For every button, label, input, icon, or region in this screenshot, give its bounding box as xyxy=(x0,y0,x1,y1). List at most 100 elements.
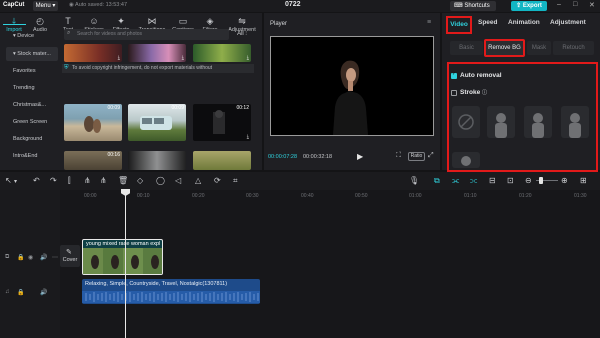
caption-track-icon[interactable]: ⊡ xyxy=(507,176,514,185)
stroke-option[interactable] xyxy=(452,152,480,168)
mirror-icon[interactable]: △ xyxy=(195,176,201,185)
shield-icon: ⛨ xyxy=(64,65,69,71)
close-icon[interactable]: ✕ xyxy=(589,1,595,9)
microphone-icon[interactable]: 🎙 xyxy=(409,176,419,185)
sidebar-item-trending[interactable]: Trending xyxy=(6,81,58,95)
volume-icon[interactable]: 🔊 xyxy=(40,254,47,261)
playhead[interactable] xyxy=(125,190,126,338)
sidebar-item-stock-material[interactable]: ▾ Stock mater... xyxy=(6,47,58,61)
auto-removal-checkbox[interactable]: ✓ xyxy=(451,71,457,79)
delete-icon[interactable]: 🗑 xyxy=(118,176,128,185)
stroke-preview xyxy=(532,113,544,138)
media-thumbnail[interactable] xyxy=(193,151,251,170)
media-thumbnail[interactable]: ⤓ xyxy=(128,44,186,62)
none-icon xyxy=(458,114,474,130)
ratio-button[interactable]: Ratio xyxy=(408,152,425,161)
sidebar-item-favorites[interactable]: Favorites xyxy=(6,64,58,78)
fit-timeline-icon[interactable]: ⊞ xyxy=(580,176,587,185)
download-icon[interactable]: ⤓ xyxy=(118,55,120,61)
subtab-retouch[interactable]: Retouch xyxy=(553,41,594,55)
stroke-option[interactable] xyxy=(561,106,589,138)
tab-animation[interactable]: Animation xyxy=(508,19,540,26)
download-icon[interactable]: ⤓ xyxy=(247,55,249,61)
subtab-remove-bg[interactable]: Remove BG xyxy=(484,39,525,57)
split-right-icon[interactable]: ⋔ xyxy=(100,176,107,185)
media-thumbnail[interactable]: 00:16 xyxy=(64,151,122,170)
subtab-mask[interactable]: Mask xyxy=(527,41,551,55)
preview-axis-icon[interactable]: ⊟ xyxy=(489,176,496,185)
audio-clip[interactable]: Relaxing, Simple, Countryside, Travel, N… xyxy=(82,279,260,304)
download-icon[interactable]: ⤓ xyxy=(182,55,184,61)
minimize-icon[interactable]: – xyxy=(557,1,561,8)
ruler-label: 01:10 xyxy=(464,193,477,199)
sidebar-item-background[interactable]: Background xyxy=(6,132,58,146)
maximize-icon[interactable]: □ xyxy=(573,1,577,8)
filter-label: All xyxy=(237,31,244,37)
download-icon[interactable]: ⤓ xyxy=(247,134,249,140)
shortcuts-button[interactable]: ⌨ Shortcuts xyxy=(450,1,496,11)
menu-button[interactable]: Menu ▾ xyxy=(33,1,58,11)
split-icon[interactable]: ⫿ xyxy=(68,176,71,185)
zoom-out-icon[interactable]: ⊖ xyxy=(525,176,532,185)
active-tab-indicator xyxy=(3,24,26,25)
rotate-icon[interactable]: ⟳ xyxy=(214,176,221,185)
video-clip[interactable]: young mixed race woman expl xyxy=(82,239,163,275)
filter-dropdown[interactable]: All ⫶ xyxy=(231,29,253,40)
search-input[interactable]: Search for videos and photos xyxy=(64,29,229,40)
subtab-basic[interactable]: Basic xyxy=(450,41,483,55)
auto-snap-icon[interactable]: ⫘ xyxy=(452,176,459,185)
redo-icon[interactable]: ↷ xyxy=(50,176,57,185)
sidebar-item-green-screen[interactable]: Green Screen xyxy=(6,115,58,129)
volume-icon[interactable]: 🔊 xyxy=(40,289,47,296)
hamburger-icon[interactable]: ≡ xyxy=(427,19,431,26)
freeze-icon[interactable]: ◯ xyxy=(156,176,165,185)
sidebar-item-device[interactable]: ▾ Device xyxy=(6,29,58,43)
stroke-option-none[interactable] xyxy=(452,106,480,138)
stroke-preview xyxy=(569,113,581,138)
fit-screen-icon[interactable]: ⛶ xyxy=(396,152,401,160)
ruler-label: 01:30 xyxy=(574,193,587,199)
fullscreen-icon[interactable]: ⤢ xyxy=(428,152,434,160)
tab-speed[interactable]: Speed xyxy=(478,19,498,26)
media-thumbnail[interactable]: 00:12 ⤓ xyxy=(193,104,251,141)
chevron-down-icon[interactable]: ▾ xyxy=(14,178,17,187)
lock-icon[interactable]: 🔒 xyxy=(17,289,24,296)
sidebar-item-intro-end[interactable]: Intro&End xyxy=(6,149,58,163)
zoom-slider-handle[interactable] xyxy=(539,177,543,184)
autosave-status: ◉ Auto saved: 13:53:47 xyxy=(69,2,128,8)
media-thumbnail[interactable]: 00:09 xyxy=(128,104,186,141)
video-clip-label: young mixed race woman expl xyxy=(86,241,161,247)
play-icon[interactable]: ▶ xyxy=(357,152,363,161)
preview-canvas[interactable] xyxy=(270,36,434,136)
zoom-in-icon[interactable]: ⊕ xyxy=(561,176,568,185)
select-cursor-icon[interactable]: ↖ xyxy=(5,176,12,185)
tab-adjustment-props[interactable]: Adjustment xyxy=(550,19,586,26)
media-thumbnail[interactable] xyxy=(128,151,186,170)
media-thumbnail[interactable]: 00:09 xyxy=(64,104,122,141)
export-button[interactable]: ⇪ Export xyxy=(511,1,547,11)
linkage-icon[interactable]: ⫗ xyxy=(470,176,477,185)
undo-icon[interactable]: ↶ xyxy=(33,176,40,185)
preview-subject xyxy=(333,60,368,135)
ruler-label: 00:40 xyxy=(301,193,314,199)
stroke-checkbox[interactable] xyxy=(451,90,457,96)
crop-icon[interactable]: ⌗ xyxy=(233,176,238,185)
marker-icon[interactable]: ◇ xyxy=(137,176,143,185)
tab-video[interactable]: Video xyxy=(446,16,472,34)
sidebar-item-christmas[interactable]: Christmas&... xyxy=(6,98,58,112)
stroke-option[interactable] xyxy=(524,106,552,138)
media-sidebar: ▾ Device ▾ Stock mater... Favorites Tren… xyxy=(0,27,58,159)
stickers-icon: ☺ xyxy=(89,16,99,26)
more-icon[interactable]: ⋯ xyxy=(52,254,58,261)
split-left-icon[interactable]: ⋔ xyxy=(84,176,91,185)
stroke-option[interactable] xyxy=(487,106,515,138)
effects-icon: ✦ xyxy=(117,16,125,26)
autosave-text: Auto saved: 13:53:47 xyxy=(75,2,128,8)
lock-icon[interactable]: 🔒 xyxy=(17,254,24,261)
main-track-magnet-icon[interactable]: ⧉ xyxy=(434,176,440,185)
media-thumbnail[interactable]: ⤓ xyxy=(193,44,251,62)
ruler-label: 00:50 xyxy=(355,193,368,199)
reverse-icon[interactable]: ◁ xyxy=(175,176,181,185)
media-thumbnail[interactable]: ⤓ xyxy=(64,44,122,62)
eye-icon[interactable]: ◉ xyxy=(28,254,33,261)
